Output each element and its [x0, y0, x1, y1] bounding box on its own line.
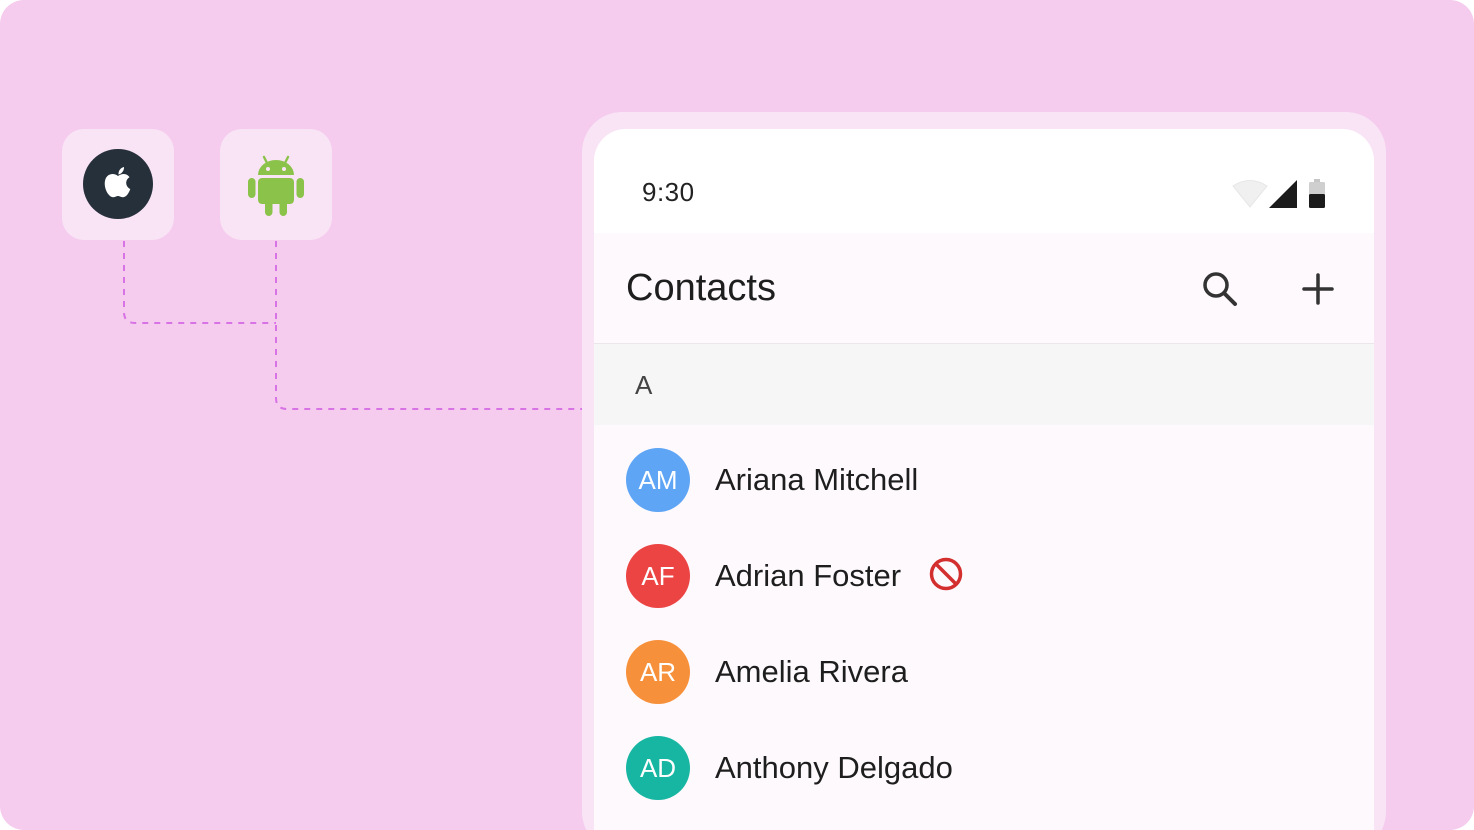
canvas: 9:30 Contacts A AM Ariana Mitchell AF Ad…: [0, 0, 1474, 830]
list-item[interactable]: AR Amelia Rivera: [594, 617, 1374, 713]
add-icon: [1296, 267, 1340, 311]
contact-name: Amelia Rivera: [715, 654, 908, 689]
avatar: AF: [626, 544, 690, 608]
list-item[interactable]: AD Anthony Delgado: [594, 713, 1374, 809]
search-icon: [1198, 267, 1242, 311]
contact-name: Anthony Delgado: [715, 750, 953, 785]
battery-icon: [1308, 179, 1326, 214]
page-title: Contacts: [626, 267, 776, 309]
platform-tile-ios: [62, 129, 174, 240]
status-bar: 9:30: [594, 129, 1374, 233]
apple-icon: [83, 149, 153, 219]
app-bar: Contacts: [594, 233, 1374, 344]
contact-name: Ariana Mitchell: [715, 462, 919, 497]
wifi-icon: [1232, 179, 1268, 214]
search-button[interactable]: [1198, 267, 1242, 311]
phone-screen: 9:30 Contacts A AM Ariana Mitchell AF Ad…: [594, 129, 1374, 830]
blocked-icon: [929, 557, 963, 591]
status-icons: [1232, 179, 1332, 213]
avatar: AM: [626, 448, 690, 512]
avatar: AR: [626, 640, 690, 704]
list-item[interactable]: AM Ariana Mitchell: [594, 425, 1374, 521]
platform-tile-android: [220, 129, 332, 240]
avatar: AD: [626, 736, 690, 800]
status-time: 9:30: [642, 177, 695, 207]
contact-list: AM Ariana Mitchell AF Adrian Foster AR A…: [594, 425, 1374, 809]
contact-name: Adrian Foster: [715, 558, 902, 593]
section-header: A: [594, 344, 1374, 425]
add-contact-button[interactable]: [1296, 267, 1340, 311]
section-letter: A: [635, 370, 653, 400]
list-item[interactable]: AF Adrian Foster: [594, 521, 1374, 617]
android-icon: [247, 151, 305, 217]
signal-icon: [1268, 179, 1298, 214]
